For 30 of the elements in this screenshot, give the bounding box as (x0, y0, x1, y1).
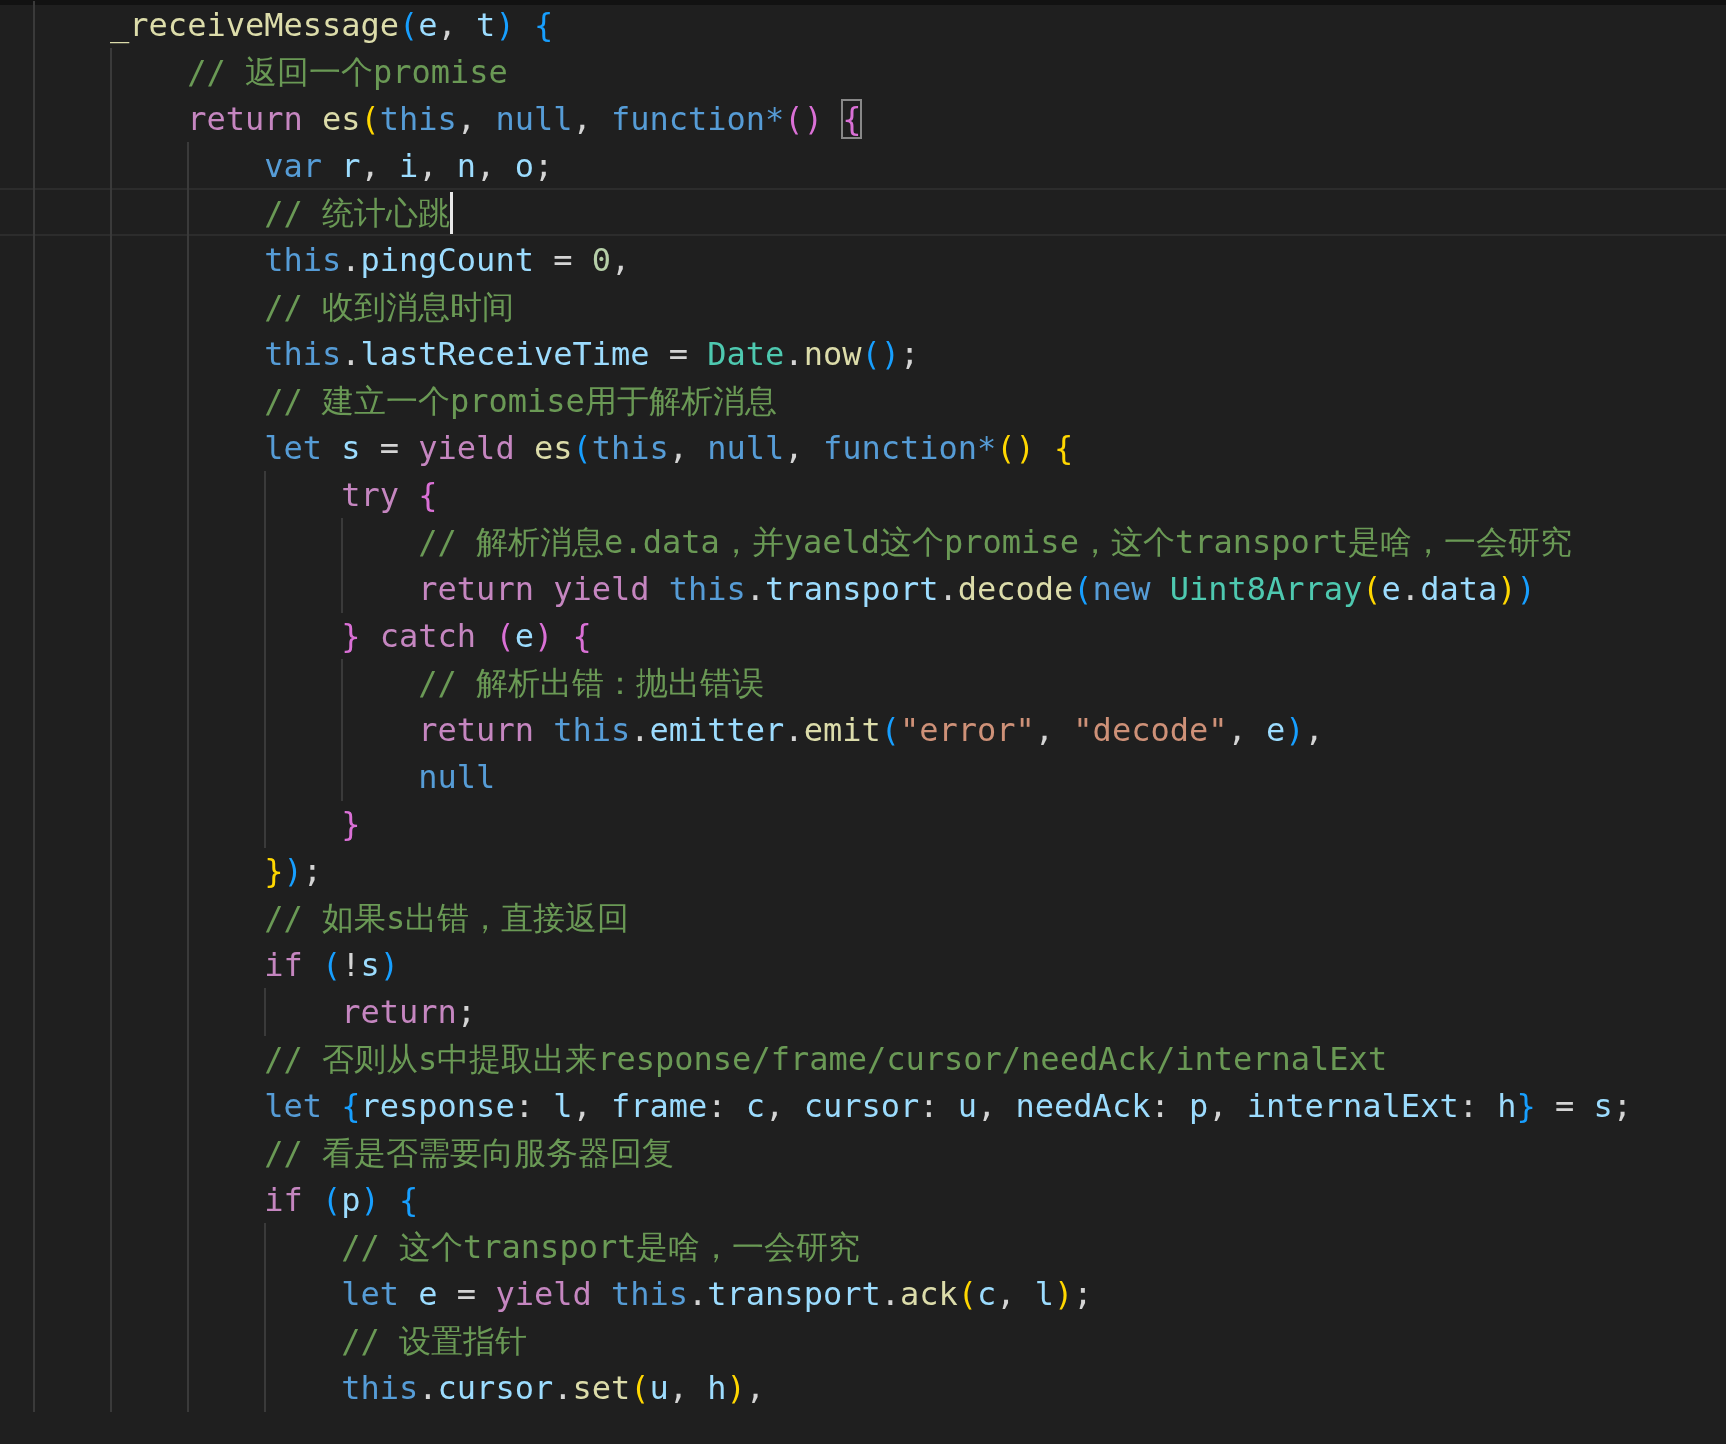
code-line: } catch (e) { (341, 615, 592, 656)
code-line: return yield this.transport.decode(new Uint8Array(e.data)) (418, 568, 1536, 609)
code-comment: // 解析出错：抛出错误 (418, 662, 765, 703)
code-line: return this.emitter.emit("error", "decode", e), (418, 709, 1324, 750)
code-line: let e = yield this.transport.ack(c, l); (341, 1273, 1093, 1314)
code-comment: // 解析消息e.data，并yaeld这个promise，这个transport是啥，一会研究 (418, 521, 1573, 562)
code-comment: // 收到消息时间 (264, 286, 514, 327)
code-line: return es(this, null, function*() { (187, 98, 862, 139)
code-comment: // 如果s出错，直接返回 (264, 897, 630, 938)
code-line: this.lastReceiveTime = Date.now(); (264, 333, 920, 374)
code-comment: // 看是否需要向服务器回复 (264, 1132, 674, 1173)
code-line: this.cursor.set(u, h), (341, 1367, 766, 1408)
code-line: }); (264, 850, 322, 891)
code-line: null (418, 756, 496, 797)
code-comment: // 建立一个promise用于解析消息 (264, 380, 777, 421)
code-line: return; (341, 991, 477, 1032)
code-line: } (341, 803, 361, 844)
code-comment: // 设置指针 (341, 1320, 528, 1361)
code-comment: // 返回一个promise (187, 51, 508, 92)
code-line: this.pingCount = 0, (264, 239, 631, 280)
code-comment: // 否则从s中提取出来response/frame/cursor/needAck/internalExt (264, 1038, 1388, 1079)
code-line: if (!s) (264, 944, 400, 985)
code-comment: // 这个transport是啥，一会研究 (341, 1226, 861, 1267)
code-line: var r, i, n, o; (264, 145, 554, 186)
code-line: let {response: l, frame: c, cursor: u, needAck: p, internalExt: h} = s; (264, 1085, 1633, 1126)
code-line: let s = yield es(this, null, function*() { (264, 427, 1074, 468)
code-line: if (p) { (264, 1179, 419, 1220)
code-line: try { (341, 474, 438, 515)
code-line: _receiveMessage(e, t) { (110, 4, 554, 45)
code-comment: // 统计心跳 (264, 192, 450, 233)
